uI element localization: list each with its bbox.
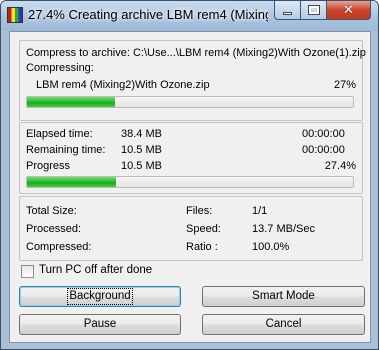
archive-group: Compress to archive: C:\Use...\LBM rem4 …: [19, 40, 366, 121]
background-button-label: Background: [67, 288, 133, 305]
elapsed-size: 38.4 MB: [121, 128, 162, 140]
elapsed-label: Elapsed time:: [26, 128, 93, 140]
maximize-button[interactable]: [300, 1, 327, 20]
compressing-label: Compressing:: [26, 62, 94, 74]
dialog-body: Compress to archive: C:\Use...\LBM rem4 …: [9, 31, 371, 343]
close-button[interactable]: ✕: [326, 1, 371, 20]
minimize-button[interactable]: [274, 1, 301, 20]
compressed-label: Compressed:: [26, 241, 92, 253]
remaining-size: 10.5 MB: [121, 144, 162, 156]
progress-label: Progress: [26, 160, 71, 172]
cancel-button[interactable]: Cancel: [202, 314, 365, 335]
close-icon: ✕: [343, 2, 354, 18]
current-file-name: LBM rem4 (Mixing2)With Ozone.zip: [36, 79, 210, 91]
maximize-icon: [307, 5, 320, 15]
compression-progress-window: 27.4% Creating archive LBM rem4 (Mixing2…: [0, 0, 379, 350]
minimize-icon: [283, 11, 292, 15]
progress-percent: 27.4%: [324, 160, 356, 172]
pause-button-label: Pause: [83, 318, 117, 330]
background-button[interactable]: Background: [19, 286, 181, 307]
overall-progress-bar: [26, 176, 354, 188]
pause-button[interactable]: Pause: [19, 314, 181, 335]
cancel-button-label: Cancel: [265, 318, 302, 330]
turn-off-checkbox[interactable]: [21, 265, 34, 278]
time-group: Elapsed time: 38.4 MB 00:00:00 Remaining…: [19, 122, 363, 194]
files-value: 1/1: [252, 205, 268, 217]
overall-progress-fill: [27, 177, 117, 187]
remaining-time: 00:00:00: [302, 144, 345, 156]
title-bar[interactable]: 27.4% Creating archive LBM rem4 (Mixing2…: [1, 1, 378, 31]
files-label: Files:: [186, 205, 213, 217]
remaining-label: Remaining time:: [26, 144, 106, 156]
speed-label: Speed:: [186, 223, 221, 235]
summary-group: Total Size: Processed: Compressed: Files…: [19, 196, 363, 261]
total-size-label: Total Size:: [26, 205, 77, 217]
progress-size: 10.5 MB: [121, 160, 162, 172]
turn-off-label[interactable]: Turn PC off after done: [39, 264, 152, 276]
window-title: 27.4% Creating archive LBM rem4 (Mixing2…: [28, 7, 268, 22]
compress-to-label: Compress to archive: C:\Use...\LBM rem4 …: [26, 47, 366, 59]
winrar-archive-icon[interactable]: [7, 7, 23, 23]
smart-mode-button-label: Smart Mode: [252, 290, 315, 302]
file-percent: 27%: [333, 79, 356, 91]
file-progress-bar: [26, 96, 354, 108]
smart-mode-button[interactable]: Smart Mode: [202, 286, 365, 307]
speed-value: 13.7 MB/Sec: [252, 223, 315, 235]
ratio-value: 100.0%: [252, 241, 290, 253]
processed-label: Processed:: [26, 223, 82, 235]
ratio-label: Ratio :: [186, 241, 218, 253]
elapsed-time: 00:00:00: [302, 128, 345, 140]
file-progress-fill: [27, 97, 116, 107]
